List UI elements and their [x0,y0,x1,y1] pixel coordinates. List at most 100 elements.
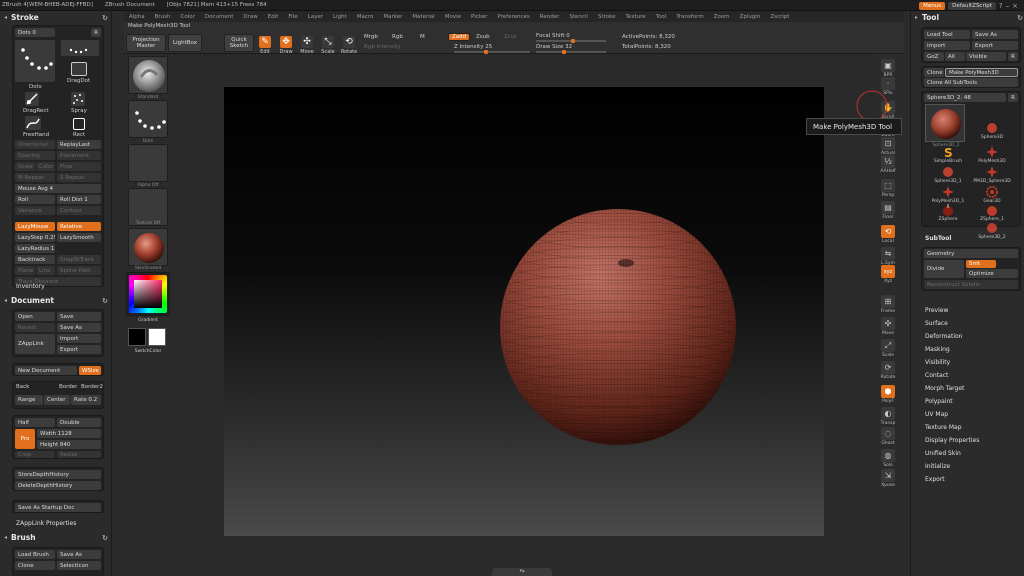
tool-item[interactable]: PM3D_Sphere3D [970,166,1014,184]
tool-item[interactable]: S SimpleBrush [926,146,970,164]
divide-button[interactable]: Divide [924,260,964,278]
tool-save-as-button[interactable]: Save As [972,30,1018,39]
optimize-toggle[interactable]: Optimize [966,269,1018,278]
spline-path-toggle[interactable]: Spline Path [57,266,101,275]
menu-draw[interactable]: Draw [238,14,262,20]
rgb-intensity-slider[interactable]: Rgb Intensity [364,44,401,50]
load-tool-button[interactable]: Load Tool [924,30,970,39]
brush-clone-button[interactable]: Clone [15,561,55,570]
menu-zplugin[interactable]: Zplugin [735,14,766,20]
spray-swatch[interactable] [71,92,85,106]
visible-button[interactable]: Visible [966,52,1006,61]
save-as-startup-doc-button[interactable]: Save As Startup Doc [15,503,101,512]
menu-zscript[interactable]: Zscript [765,14,794,20]
geometry-header[interactable]: Geometry [924,249,1018,258]
tool-item[interactable]: PolyMesh3D_1 [926,186,970,204]
rect-swatch[interactable] [73,118,85,130]
width-slider[interactable]: Width 1128 [37,429,101,438]
tool-section-visibility[interactable]: Visibility [925,359,950,366]
frame-button[interactable]: ⊞ Frame [877,290,899,314]
menu-layer[interactable]: Layer [303,14,328,20]
dragdot-swatch[interactable] [71,62,87,76]
menu-stroke[interactable]: Stroke [593,14,621,20]
zcut-toggle[interactable]: Zcut [504,34,516,40]
tool-section-contact[interactable]: Contact [925,372,948,379]
goz-r-button[interactable]: R [1008,52,1018,61]
menu-preferences[interactable]: Preferences [492,14,534,20]
menu-alpha[interactable]: Alpha [124,14,150,20]
crop-button[interactable]: Crop [15,451,55,458]
tool-item[interactable]: Sphere3D [970,122,1014,140]
height-slider[interactable]: Height 840 [37,440,101,449]
document-viewport[interactable] [224,87,824,536]
menu-document[interactable]: Document [200,14,239,20]
persp-button[interactable]: ⬚ Persp [877,174,899,198]
menu-transform[interactable]: Transform [671,14,708,20]
stroke-thumbnail[interactable] [128,100,168,138]
load-brush-button[interactable]: Load Brush [15,550,55,559]
clone-all-subtools-button[interactable]: Clone All SubTools [924,78,1018,87]
zsub-toggle[interactable]: Zsub [476,34,490,40]
menus-toggle[interactable]: Menus [919,1,946,10]
current-tool-thumbnail[interactable] [925,104,965,142]
tool-item[interactable]: Sphere3D_2 [970,222,1014,240]
smt-toggle[interactable]: Smt [966,260,996,268]
quick-sketch-button[interactable]: Quick Sketch [224,34,254,52]
zapplink-button[interactable]: ZAppLink [15,334,55,354]
center-slider[interactable]: Center [44,395,70,405]
export-button[interactable]: Export [57,345,101,354]
spacing-slider[interactable]: Spacing [15,151,55,160]
import-button[interactable]: Import [57,334,101,343]
tool-palette-header[interactable]: ▸ Tool ↻ [915,13,1023,22]
roll-toggle[interactable]: Roll [15,195,55,204]
shelf-scale-button[interactable]: ⤢ Scale [877,334,899,358]
focal-shift-track[interactable] [536,39,606,43]
half-button[interactable]: Half [15,418,55,427]
draw-size-slider[interactable]: Draw Size 32 [536,44,572,50]
main-color-swatch[interactable] [128,328,146,346]
goz-button[interactable]: GoZ [924,52,944,61]
tool-section-deformation[interactable]: Deformation [925,333,962,340]
save-as-button[interactable]: Save As [57,323,101,332]
refresh-icon[interactable]: ↻ [102,297,108,305]
edit-mode-button[interactable]: ✎ Edit [256,31,274,55]
placement-slider[interactable]: Placement [57,151,101,160]
pro-toggle[interactable]: Pro [15,429,35,449]
close-icon[interactable]: × [1012,2,1018,10]
roll-dist-slider[interactable]: Roll Dist 1 [57,195,101,204]
snaptotrack-toggle[interactable]: SnapToTrack [57,255,101,264]
dragrect-swatch[interactable] [25,92,39,106]
stroke-palette-header[interactable]: ◂ Stroke ↻ [4,13,108,22]
draw-mode-button[interactable]: ✥ Draw [277,31,295,55]
dots-small-swatch[interactable] [61,40,99,56]
current-tool-slider[interactable]: Sphere3D_2. 48 [924,93,1006,102]
ghost-button[interactable]: ◌ Ghost [877,422,899,446]
menu-stencil[interactable]: Stencil [564,14,593,20]
contour-button[interactable]: Contour [57,206,101,215]
refresh-icon[interactable]: ↻ [1017,14,1023,22]
menu-movie[interactable]: Movie [440,14,466,20]
double-button[interactable]: Double [57,418,101,427]
tool-item[interactable]: Gear3D [970,186,1014,204]
zadd-toggle[interactable]: Zadd [448,33,470,41]
color-picker[interactable] [126,272,170,316]
dots-stroke-swatch[interactable] [15,40,55,82]
menu-material[interactable]: Material [407,14,439,20]
lazymouse-toggle[interactable]: LazyMouse [15,222,55,231]
directional-toggle[interactable]: Directional [15,140,55,149]
document-palette-header[interactable]: ◂ Document ↻ [4,296,108,305]
zapplink-properties-label[interactable]: ZAppLink Properties [16,520,76,527]
plane-toggle[interactable]: Plane [15,266,35,275]
local-button[interactable]: ⟲ Local [877,220,899,244]
menu-file[interactable]: File [283,14,302,20]
refresh-icon[interactable]: ↻ [102,534,108,542]
switchcolor-label[interactable]: SwitchColor [128,349,168,354]
bottom-tray-handle[interactable]: ▾▴ [492,568,552,576]
tool-clone-button[interactable]: Clone [924,68,944,77]
menu-color[interactable]: Color [176,14,200,20]
reset-r-button[interactable]: R [91,28,101,37]
refresh-icon[interactable]: ↻ [102,14,108,22]
wsize-button[interactable]: WSize [79,366,101,375]
lazystep-slider[interactable]: LazyStep 0.25 [15,233,55,242]
menu-zoom[interactable]: Zoom [709,14,735,20]
